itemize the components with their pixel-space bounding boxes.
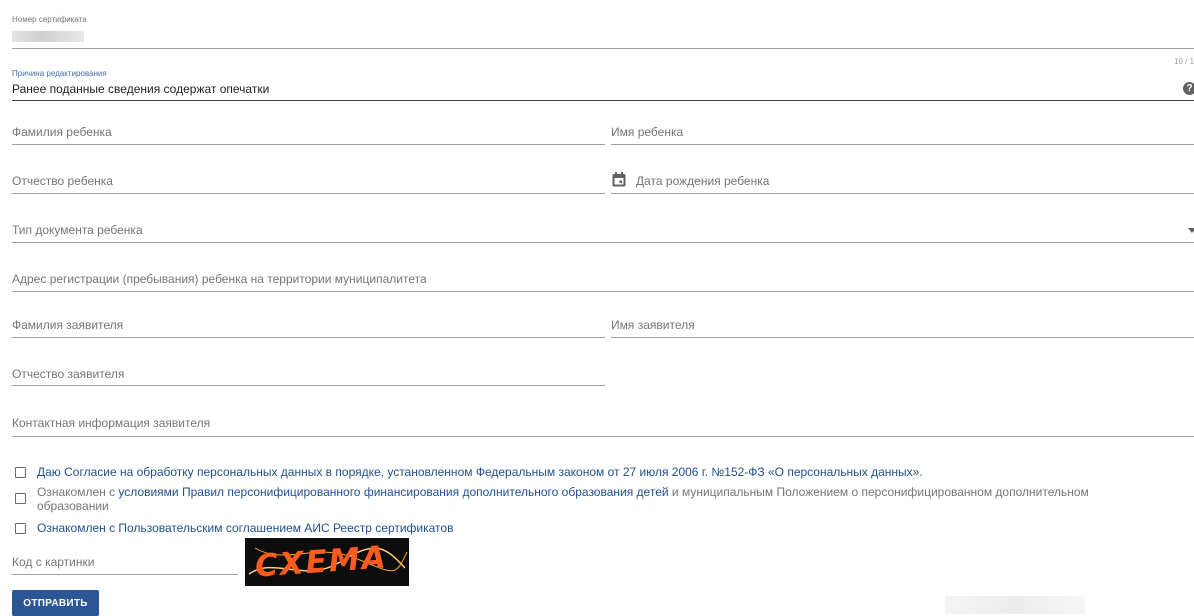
- reason-counter: 10 / 1: [1174, 57, 1194, 66]
- child-last-name-field[interactable]: [12, 118, 605, 145]
- redacted-area: [945, 596, 1085, 614]
- child-birth-date-field[interactable]: [611, 167, 1194, 194]
- rules-conditions-link[interactable]: условиями: [118, 485, 178, 499]
- applicant-patronymic-field[interactable]: [12, 360, 605, 386]
- certificate-field[interactable]: [12, 12, 1194, 49]
- applicant-last-name-field[interactable]: [12, 311, 605, 338]
- consent-link[interactable]: Даю Согласие на обработку персональных д…: [37, 465, 1177, 479]
- rules-text: Ознакомлен с условиями Правил персонифиц…: [37, 485, 1157, 513]
- consent-checkbox[interactable]: [15, 467, 26, 478]
- child-first-name-field[interactable]: [611, 118, 1194, 145]
- child-patronymic-field[interactable]: [12, 167, 605, 194]
- applicant-first-name-field[interactable]: [611, 311, 1194, 338]
- rules-prefix: Ознакомлен с: [37, 485, 119, 499]
- child-doc-type-select[interactable]: [12, 216, 1194, 243]
- child-address-field[interactable]: [12, 265, 1194, 292]
- rules-checkbox[interactable]: [15, 493, 26, 504]
- submit-button[interactable]: ОТПРАВИТЬ: [12, 590, 99, 616]
- user-agreement-link[interactable]: Ознакомлен с Пользовательским соглашение…: [37, 521, 453, 535]
- reason-field[interactable]: [12, 66, 1194, 101]
- applicant-contact-field[interactable]: [12, 409, 1194, 437]
- user-agreement-checkbox[interactable]: [15, 523, 26, 534]
- rules-regulations-link[interactable]: Правил персонифицированного финансирован…: [182, 485, 669, 499]
- captcha-input[interactable]: [12, 548, 238, 575]
- captcha-image: CXEMA: [245, 538, 409, 586]
